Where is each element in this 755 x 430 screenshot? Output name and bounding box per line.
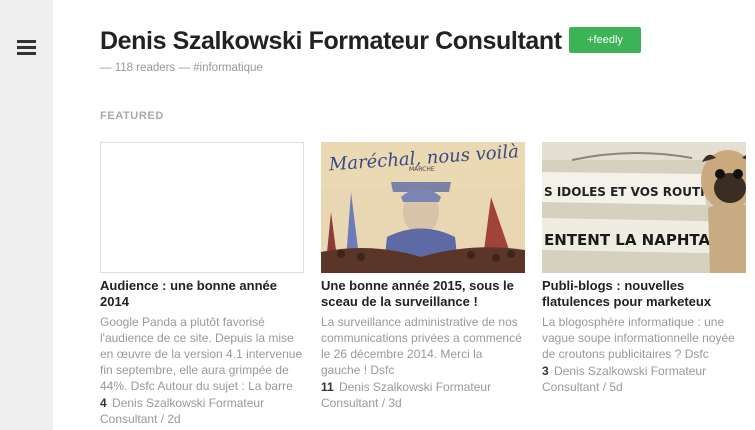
- card-source: Denis Szalkowski Formateur Consultant / …: [100, 396, 265, 426]
- card-footer: 3 Denis Szalkowski Formateur Consultant …: [542, 363, 746, 395]
- feedly-follow-button[interactable]: +feedly: [569, 27, 641, 53]
- feed-tag[interactable]: #informatique: [193, 62, 263, 74]
- card-title[interactable]: Publi-blogs : nouvelles flatulences pour…: [542, 278, 746, 310]
- card-thumbnail-pug-graffiti[interactable]: S IDOLES ET VOS ROUTINES ENTENT LA NAPHT…: [542, 142, 746, 273]
- card-source: Denis Szalkowski Formateur Consultant / …: [321, 380, 492, 410]
- readers-count: 118 readers: [114, 62, 176, 74]
- hamburger-menu-icon[interactable]: [17, 40, 36, 56]
- featured-card[interactable]: Maréchal, nous voilà MARCHE Une bonne an…: [321, 142, 525, 411]
- left-sidebar: [0, 0, 53, 430]
- card-thumbnail-empty[interactable]: [100, 142, 304, 273]
- graffiti-image: S IDOLES ET VOS ROUTINES ENTENT LA NAPHT…: [542, 142, 746, 273]
- feed-title[interactable]: Denis Szalkowski Formateur Consultant: [100, 27, 562, 56]
- featured-card[interactable]: S IDOLES ET VOS ROUTINES ENTENT LA NAPHT…: [542, 142, 746, 395]
- section-label-featured: FEATURED: [100, 110, 164, 122]
- card-summary: La surveillance administrative de nos co…: [321, 315, 522, 377]
- card-summary: Google Panda a plutôt favorisé l'audienc…: [100, 315, 303, 393]
- separator: —: [100, 62, 112, 74]
- card-summary: La blogosphère informatique : une vague …: [542, 315, 735, 361]
- card-title[interactable]: Audience : une bonne année 2014: [100, 278, 304, 310]
- card-thumbnail-propaganda-poster[interactable]: Maréchal, nous voilà MARCHE: [321, 142, 525, 273]
- separator: —: [178, 62, 190, 74]
- feed-meta: — 118 readers — #informatique: [100, 62, 263, 74]
- card-footer: 4 Denis Szalkowski Formateur Consultant …: [100, 395, 304, 427]
- engagement-count: 4: [100, 396, 107, 410]
- card-source: Denis Szalkowski Formateur Consultant / …: [542, 364, 707, 394]
- poster-small-text: MARCHE: [409, 166, 435, 173]
- engagement-count: 3: [542, 364, 549, 378]
- card-footer: 11 Denis Szalkowski Formateur Consultant…: [321, 379, 525, 411]
- card-title[interactable]: Une bonne année 2015, sous le sceau de l…: [321, 278, 525, 310]
- featured-card[interactable]: Audience : une bonne année 2014 Google P…: [100, 142, 304, 427]
- poster-image: Maréchal, nous voilà MARCHE: [321, 142, 525, 273]
- engagement-count: 11: [321, 380, 334, 394]
